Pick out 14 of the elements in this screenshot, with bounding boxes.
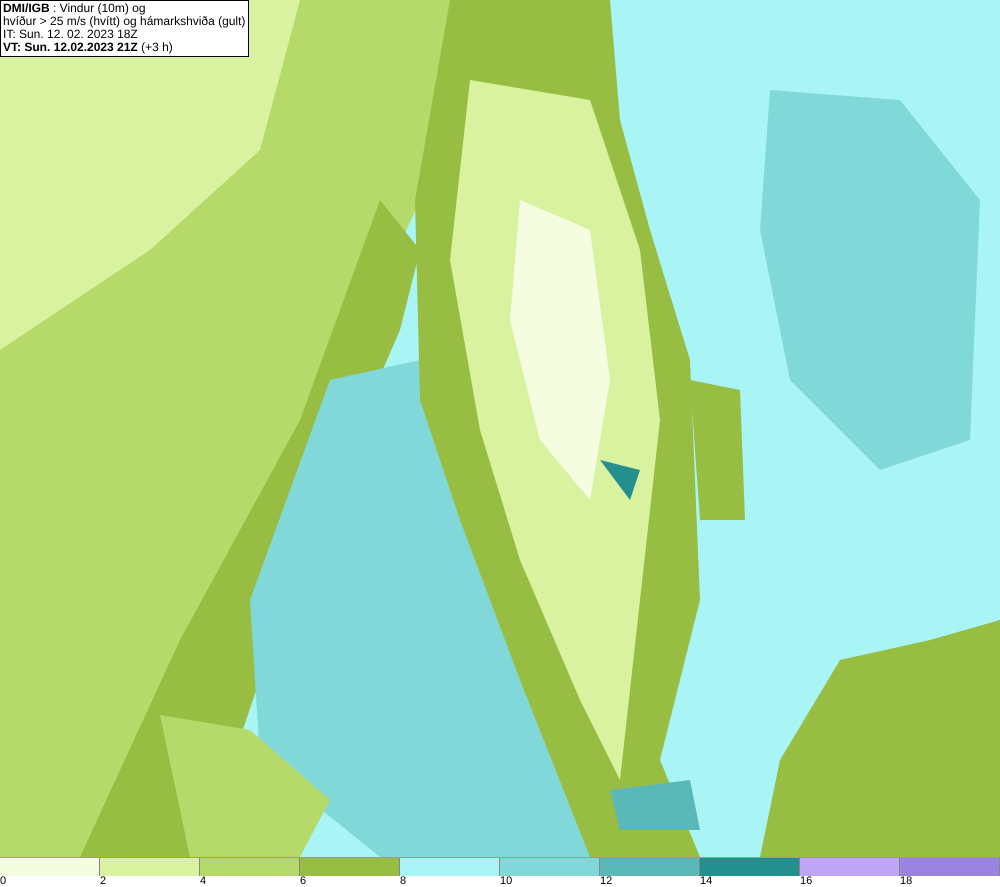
legend-tick-label: 6 bbox=[300, 875, 306, 887]
caption-line: VT: Sun. 12.02.2023 21Z (+3 h) bbox=[3, 41, 174, 54]
legend-tick-label: 12 bbox=[600, 875, 612, 887]
caption-line: hvíður > 25 m/s (hvítt) og hámarkshviða (gult) bbox=[3, 15, 246, 28]
legend-tick-label: 10 bbox=[500, 875, 512, 887]
caption-line: DMI/IGB : Vindur (10m) og bbox=[3, 2, 146, 15]
legend-tick-label: 14 bbox=[700, 875, 712, 887]
legend-tick-label: 4 bbox=[200, 875, 206, 887]
legend-tick-label: 16 bbox=[800, 875, 812, 887]
legend-tick-label: 2 bbox=[100, 875, 106, 887]
legend-tick-label: 8 bbox=[400, 875, 406, 887]
legend-tick-label: 18 bbox=[900, 875, 912, 887]
caption-line: IT: Sun. 12. 02. 2023 18Z bbox=[3, 28, 139, 41]
legend-tick-label: 0 bbox=[0, 875, 6, 887]
